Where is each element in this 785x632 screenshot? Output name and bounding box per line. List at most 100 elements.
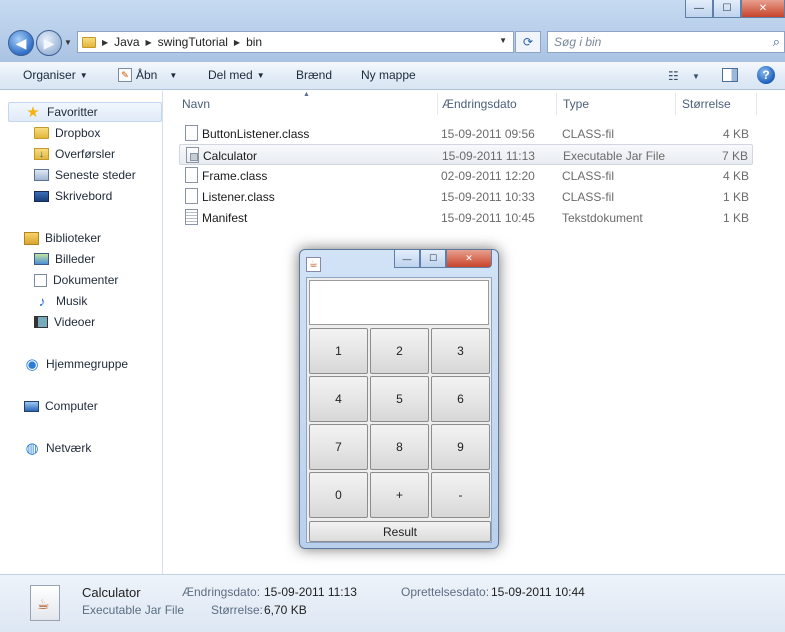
search-input[interactable]: Søg i bin ⌕ [547, 31, 785, 53]
column-divider[interactable] [556, 93, 557, 115]
sidebar-item-documents[interactable]: Dokumenter [34, 270, 118, 290]
sidebar-item-favorites[interactable]: ★ Favoritter [8, 102, 162, 122]
calculator-titlebar[interactable]: ☕ — ☐ ✕ [300, 250, 498, 276]
chevron-right-icon[interactable]: ▶ [102, 38, 108, 47]
column-header-name[interactable]: Navn [182, 97, 210, 111]
sidebar-item-recent-places[interactable]: Seneste steder [34, 165, 136, 185]
calculator-display[interactable] [309, 280, 489, 325]
sidebar-item-homegroup[interactable]: ◉ Hjemmegruppe [24, 354, 128, 374]
file-type: Executable Jar File [563, 149, 666, 163]
key-0-button[interactable]: 0 [309, 472, 368, 518]
sidebar-item-computer[interactable]: Computer [24, 396, 98, 416]
sidebar-item-dropbox[interactable]: Dropbox [34, 123, 100, 143]
organise-menu-button[interactable]: Organiser ▼ [23, 68, 88, 82]
key-2-button[interactable]: 2 [370, 328, 429, 374]
sidebar-item-label: Skrivebord [55, 189, 113, 203]
details-size-label: Størrelse: [211, 603, 264, 617]
calculator-close-button[interactable]: ✕ [446, 250, 492, 268]
burn-label: Brænd [296, 68, 333, 82]
key-3-button[interactable]: 3 [431, 328, 490, 374]
minimize-button[interactable]: — [685, 0, 713, 18]
column-header-type[interactable]: Type [563, 97, 589, 111]
desktop-icon [34, 190, 49, 202]
column-divider[interactable] [675, 93, 676, 115]
file-type: CLASS-fil [562, 190, 615, 204]
key-5-button[interactable]: 5 [370, 376, 429, 422]
address-bar[interactable]: ▶ Java ▶ swingTutorial ▶ bin ▼ [77, 31, 514, 53]
calculator-minimize-button[interactable]: — [394, 250, 420, 268]
burn-button[interactable]: Brænd [296, 68, 332, 82]
sidebar-item-label: Musik [56, 294, 88, 308]
share-menu-button[interactable]: Del med ▼ [208, 68, 265, 82]
file-date: 02-09-2011 12:20 [441, 169, 535, 183]
key-7-button[interactable]: 7 [309, 424, 368, 470]
column-header-date[interactable]: Ændringsdato [442, 97, 517, 111]
navigation-pane: ★ Favoritter Dropbox ↓ Overførsler Senes… [0, 91, 163, 574]
chevron-right-icon[interactable]: ▶ [234, 38, 240, 47]
plus-button[interactable]: + [370, 472, 429, 518]
calculator-maximize-button[interactable]: ☐ [420, 250, 446, 268]
command-bar: Organiser ▼ ✎ Åbn ▼ Del med ▼ Brænd Ny m… [0, 62, 785, 90]
minus-button[interactable]: - [431, 472, 490, 518]
column-divider[interactable] [756, 93, 757, 115]
sidebar-item-music[interactable]: ♪ Musik [34, 291, 88, 311]
file-row[interactable]: Manifest 15-09-2011 10:45 Tekstdokument … [179, 207, 753, 228]
search-icon[interactable]: ⌕ [773, 34, 780, 50]
java-app-icon[interactable]: ☕ [306, 257, 321, 272]
file-row[interactable]: Frame.class 02-09-2011 12:20 CLASS-fil 4… [179, 165, 753, 186]
new-folder-button[interactable]: Ny mappe [361, 68, 416, 82]
column-header-size[interactable]: Størrelse [682, 97, 731, 111]
chevron-down-icon: ▼ [256, 70, 265, 80]
column-divider[interactable] [437, 93, 438, 115]
jar-file-icon [30, 585, 60, 621]
key-4-button[interactable]: 4 [309, 376, 368, 422]
forward-arrow-icon[interactable]: ▶ [36, 30, 62, 56]
view-options-icon[interactable]: ☷ [668, 69, 679, 83]
file-row[interactable]: Listener.class 15-09-2011 10:33 CLASS-fi… [179, 186, 753, 207]
file-date: 15-09-2011 10:45 [441, 211, 535, 225]
preview-pane-icon[interactable] [722, 68, 738, 82]
sidebar-item-desktop[interactable]: Skrivebord [34, 186, 112, 206]
file-row[interactable]: ButtonListener.class 15-09-2011 09:56 CL… [179, 123, 753, 144]
file-name: Frame.class [202, 169, 268, 183]
breadcrumb-bin[interactable]: bin [246, 35, 262, 49]
calculator-window: ☕ — ☐ ✕ 1 2 3 4 5 6 7 8 9 0 + - Result [299, 249, 499, 549]
key-1-button[interactable]: 1 [309, 328, 368, 374]
maximize-button[interactable]: ☐ [713, 0, 741, 18]
text-file-icon [185, 209, 198, 225]
file-size: 1 KB [722, 211, 749, 225]
chevron-down-icon: ▼ [169, 70, 178, 80]
sidebar-item-downloads[interactable]: ↓ Overførsler [34, 144, 115, 164]
sidebar-item-network[interactable]: ◍ Netværk [24, 438, 91, 458]
breadcrumb-swingtutorial[interactable]: swingTutorial [158, 35, 228, 49]
key-8-button[interactable]: 8 [370, 424, 429, 470]
sidebar-item-videos[interactable]: Videoer [34, 312, 95, 332]
key-6-button[interactable]: 6 [431, 376, 490, 422]
chevron-down-icon[interactable]: ▼ [499, 36, 507, 45]
key-9-button[interactable]: 9 [431, 424, 490, 470]
libraries-icon [24, 231, 39, 245]
close-button[interactable]: ✕ [741, 0, 785, 18]
back-arrow-icon[interactable]: ◀ [8, 30, 34, 56]
refresh-icon: ⟳ [522, 35, 534, 49]
recent-pages-dropdown[interactable]: ▼ [64, 38, 72, 47]
chevron-right-icon[interactable]: ▶ [146, 38, 152, 47]
file-name: Listener.class [202, 190, 275, 204]
result-button[interactable]: Result [309, 521, 491, 542]
sidebar-item-pictures[interactable]: Billeder [34, 249, 95, 269]
organise-label: Organiser [23, 68, 76, 82]
sidebar-item-libraries[interactable]: Biblioteker [24, 228, 101, 248]
open-menu-button[interactable]: ✎ Åbn ▼ [118, 68, 177, 82]
explorer-titlebar: — ☐ ✕ ◀ ▶ ▼ ▶ Java ▶ swingTutorial ▶ bin… [0, 0, 785, 62]
homegroup-icon: ◉ [25, 356, 39, 373]
open-document-icon: ✎ [118, 68, 132, 82]
refresh-button[interactable]: ⟳ [515, 31, 541, 53]
breadcrumb-java[interactable]: Java [114, 35, 139, 49]
file-name: Manifest [202, 211, 248, 225]
help-icon[interactable]: ? [757, 66, 775, 84]
details-file-type: Executable Jar File [82, 603, 185, 617]
sidebar-item-label: Computer [45, 399, 98, 413]
chevron-down-icon[interactable]: ▼ [692, 72, 700, 81]
file-row[interactable]: Calculator 15-09-2011 11:13 Executable J… [179, 144, 753, 165]
recent-places-icon [34, 169, 49, 181]
